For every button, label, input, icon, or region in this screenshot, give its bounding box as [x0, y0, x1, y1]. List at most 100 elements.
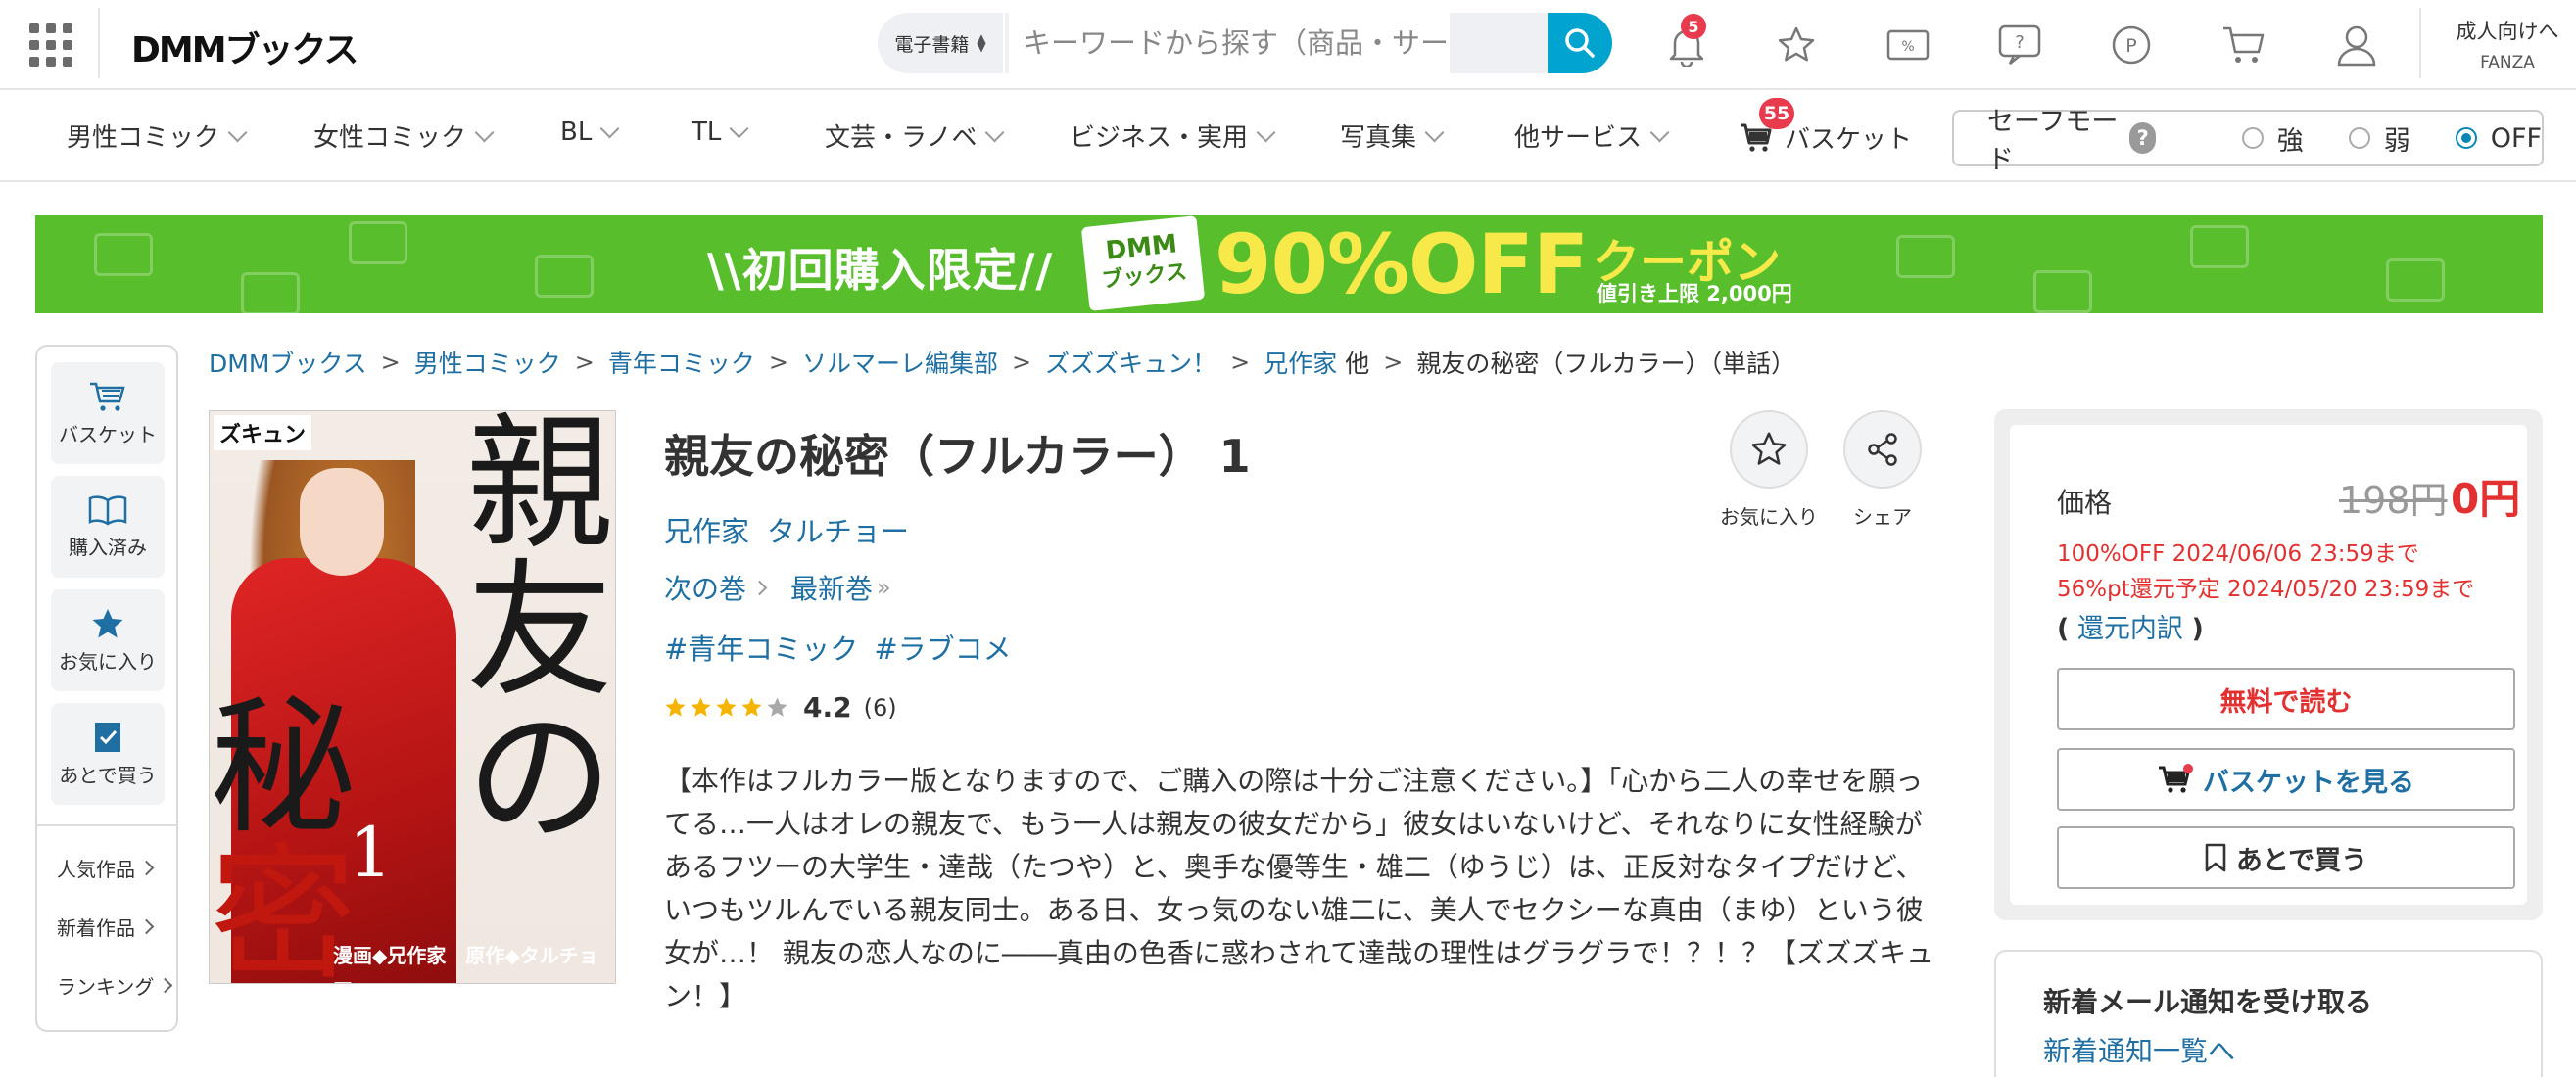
- search-category-select[interactable]: 電子書籍 ▲ ▼: [878, 13, 1005, 73]
- cart-icon: [2223, 26, 2265, 63]
- share-button[interactable]: [1843, 410, 1922, 489]
- help-button[interactable]: ?: [1992, 18, 2047, 72]
- nav-tl[interactable]: TL: [692, 117, 749, 147]
- rating[interactable]: 4.2 (6): [664, 691, 897, 724]
- sidebar-favorites-button[interactable]: お気に入り: [51, 589, 165, 691]
- help-icon[interactable]: ?: [2129, 122, 2157, 154]
- point-return-detail: ( 還元内訳 ): [2057, 607, 2204, 645]
- view-basket-label: バスケットを見る: [2203, 767, 2414, 798]
- nav-label: 他サービス: [1514, 123, 1643, 153]
- book-decoration: [2190, 225, 2249, 268]
- nav-literature[interactable]: 文芸・ラノベ: [825, 117, 1005, 154]
- nav-other-services[interactable]: 他サービス: [1514, 117, 1670, 154]
- author-link[interactable]: 兄作家: [664, 509, 749, 550]
- breadcrumb-extra: 他: [1345, 350, 1370, 378]
- sidebar-buy-later-button[interactable]: あとで買う: [51, 703, 165, 805]
- book-icon: [88, 494, 127, 526]
- chevron-down-icon: [985, 122, 1005, 142]
- nav-label: 文芸・ラノベ: [825, 123, 978, 153]
- chevron-down-icon: [1256, 122, 1276, 142]
- sidebar-ranking-link[interactable]: ランキング: [57, 971, 173, 1000]
- sidebar-popular-link[interactable]: 人気作品: [57, 854, 155, 882]
- favorite-button[interactable]: [1730, 410, 1808, 489]
- safe-mode-label: セーフモード: [1987, 107, 2119, 175]
- adult-link-label: 成人向けへ: [2456, 20, 2559, 43]
- buy-later-button[interactable]: あとで買う: [2057, 826, 2515, 889]
- author-link[interactable]: タルチョー: [767, 509, 909, 550]
- banner-limit-text: 値引き上限 2,000円: [1597, 282, 1792, 305]
- breadcrumb-link[interactable]: DMMブックス: [209, 345, 367, 380]
- sidebar-new-link[interactable]: 新着作品: [57, 913, 155, 941]
- nav-photobook[interactable]: 写真集: [1340, 117, 1445, 154]
- sidebar-basket-button[interactable]: バスケット: [51, 362, 165, 464]
- safe-mode-weak[interactable]: 弱: [2348, 119, 2410, 158]
- book-decoration: [535, 255, 594, 298]
- points-icon: P: [2112, 25, 2151, 65]
- paren-open: (: [2057, 614, 2070, 644]
- banner-dmm-logo: DMM ブックス: [1080, 215, 1206, 311]
- adult-site-link[interactable]: 成人向けへ FANZA: [2439, 16, 2576, 78]
- breadcrumb-current: 親友の秘密（フルカラー）（単話）: [1416, 350, 1796, 378]
- breadcrumb-separator: >: [380, 349, 401, 376]
- search-bar: 電子書籍 ▲ ▼: [878, 13, 1612, 73]
- price-panel: 価格 198円 0円 100%OFF 2024/06/06 23:59まで 56…: [1994, 409, 2543, 920]
- svg-text:?: ?: [2015, 32, 2025, 53]
- new-mail-notify-box: 新着メール通知を受け取る 新着通知一覧へ: [1994, 950, 2543, 1077]
- breadcrumb-link[interactable]: 青年コミック: [608, 345, 755, 380]
- cover-title-char: 秘: [210, 683, 358, 854]
- coupon-banner[interactable]: \\初回購入限定// DMM ブックス 90%OFF クーポン 値引き上限 2,…: [35, 215, 2543, 313]
- book-decoration: [2386, 258, 2445, 302]
- book-decoration: [94, 233, 153, 276]
- nav-womens-comic[interactable]: 女性コミック: [313, 117, 495, 154]
- sidebar-link-label: 新着作品: [57, 916, 135, 940]
- tag-link[interactable]: #青年コミック: [664, 627, 858, 668]
- cover-volume-number: 1: [349, 813, 393, 893]
- free-read-button[interactable]: 無料で読む: [2057, 668, 2515, 730]
- site-logo[interactable]: DMMブックス: [131, 22, 358, 72]
- points-button[interactable]: P: [2104, 18, 2159, 72]
- svg-text:%: %: [1901, 39, 1914, 55]
- share-icon: [1868, 433, 1897, 466]
- review-count: (6): [863, 693, 897, 722]
- mail-notify-link[interactable]: 新着通知一覧へ: [2043, 1030, 2235, 1069]
- cover-publisher-mark: ズキュン: [214, 415, 312, 450]
- safe-mode-off[interactable]: OFF: [2455, 123, 2542, 154]
- breadcrumb-link[interactable]: ソルマーレ編集部: [802, 345, 998, 380]
- favorites-button[interactable]: [1769, 18, 1824, 72]
- breadcrumb-link[interactable]: 男性コミック: [414, 345, 561, 380]
- search-category-label: 電子書籍: [894, 33, 970, 56]
- nav-business[interactable]: ビジネス・実用: [1070, 117, 1276, 154]
- double-chevron-right-icon: »: [877, 574, 891, 601]
- app-grid-icon[interactable]: [27, 22, 74, 69]
- mail-notify-title: 新着メール通知を受け取る: [2043, 986, 2373, 1018]
- point-return-link[interactable]: 還元内訳: [2077, 614, 2183, 644]
- breadcrumb-link[interactable]: ズズズキュン！: [1045, 345, 1216, 380]
- safe-mode-toggle: セーフモード ? 強 弱 OFF: [1952, 107, 2544, 175]
- safe-mode-strong[interactable]: 強: [2241, 119, 2304, 158]
- search-button[interactable]: [1548, 13, 1612, 73]
- nav-bl[interactable]: BL: [560, 117, 620, 147]
- price-card: 価格 198円 0円 100%OFF 2024/06/06 23:59まで 56…: [2010, 425, 2527, 905]
- left-sidebar: バスケット 購入済み お気に入り あとで買う 人気作品 新着作品 ランキング: [35, 345, 178, 1032]
- search-input[interactable]: [1009, 13, 1450, 73]
- cart-button[interactable]: [2216, 18, 2270, 72]
- nav-mens-comic[interactable]: 男性コミック: [67, 117, 248, 154]
- next-volume-link[interactable]: 次の巻: [664, 568, 746, 607]
- sidebar-button-label: 購入済み: [69, 535, 147, 559]
- sidebar-purchased-button[interactable]: 購入済み: [51, 476, 165, 578]
- chevron-right-icon: [751, 580, 768, 595]
- tag-link[interactable]: #ラブコメ: [874, 627, 1011, 668]
- star-icon: [1751, 432, 1787, 465]
- book-cover[interactable]: ズキュン 親 友 の 秘 密 1 漫画◆兄作家 原作◆タルチョー: [209, 410, 616, 984]
- nav-label: 写真集: [1340, 123, 1417, 153]
- cart-icon: [90, 382, 125, 411]
- cover-title-char: 親: [466, 410, 614, 570]
- view-basket-button[interactable]: バスケットを見る: [2057, 748, 2515, 811]
- account-button[interactable]: [2329, 18, 2384, 72]
- adult-link-sublabel: FANZA: [2480, 53, 2535, 72]
- chevron-right-icon: [138, 918, 155, 935]
- header-divider-right: [2419, 8, 2421, 78]
- breadcrumb-link[interactable]: 兄作家: [1264, 345, 1337, 380]
- coupon-button[interactable]: %: [1881, 18, 1935, 72]
- latest-volume-link[interactable]: 最新巻: [790, 568, 873, 607]
